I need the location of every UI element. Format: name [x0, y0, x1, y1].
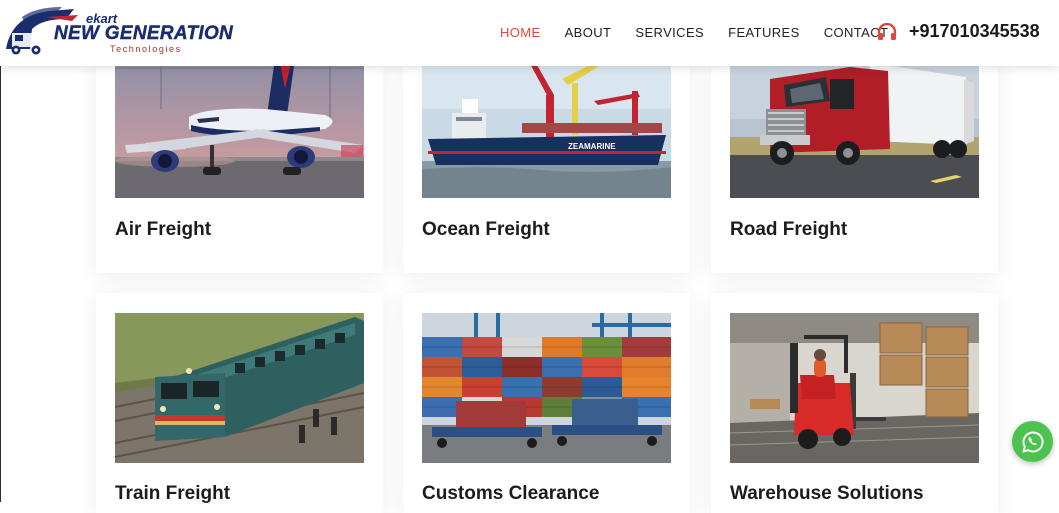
service-card-warehouse-solutions[interactable]: Warehouse Solutions: [711, 293, 998, 513]
logo-wordmark: NEW GENERATION: [54, 23, 234, 44]
service-title: Ocean Freight: [422, 219, 550, 240]
service-title: Road Freight: [730, 219, 848, 240]
service-card-customs-clearance[interactable]: Customs Clearance: [403, 293, 690, 513]
service-card-road-freight[interactable]: Road Freight: [711, 49, 998, 273]
whatsapp-icon: [1021, 431, 1044, 453]
main-nav: HOME ABOUT SERVICES FEATURES CONTACT: [500, 25, 888, 40]
service-card-air-freight[interactable]: Air Freight: [96, 49, 383, 273]
nav-services[interactable]: SERVICES: [635, 25, 704, 40]
logo-tagline: Technologies: [110, 44, 182, 54]
truck-photo: [730, 49, 979, 198]
service-card-train-freight[interactable]: Train Freight: [96, 293, 383, 513]
nav-about[interactable]: ABOUT: [565, 25, 612, 40]
service-card-ocean-freight[interactable]: ZEAMARINE Ocean Freight: [403, 49, 690, 273]
page-edge-divider: [0, 66, 1, 502]
svg-text:ZEAMARINE: ZEAMARINE: [568, 142, 616, 151]
shipping-containers-photo: [422, 313, 671, 463]
cargo-ship-photo: ZEAMARINE: [422, 49, 671, 198]
train-photo: [115, 313, 364, 463]
brand-logo[interactable]: ekart NEW GENERATION Technologies: [2, 3, 233, 57]
headphones-icon: [877, 22, 897, 40]
nav-home[interactable]: HOME: [500, 25, 541, 40]
phone-contact[interactable]: +917010345538: [877, 21, 1040, 42]
site-header: ekart NEW GENERATION Technologies HOME A…: [0, 0, 1059, 66]
airplane-photo: [115, 49, 364, 198]
whatsapp-button[interactable]: [1012, 421, 1053, 462]
phone-number: +917010345538: [909, 21, 1040, 41]
forklift-warehouse-photo: [730, 313, 979, 463]
nav-features[interactable]: FEATURES: [728, 25, 800, 40]
service-title: Air Freight: [115, 219, 212, 240]
